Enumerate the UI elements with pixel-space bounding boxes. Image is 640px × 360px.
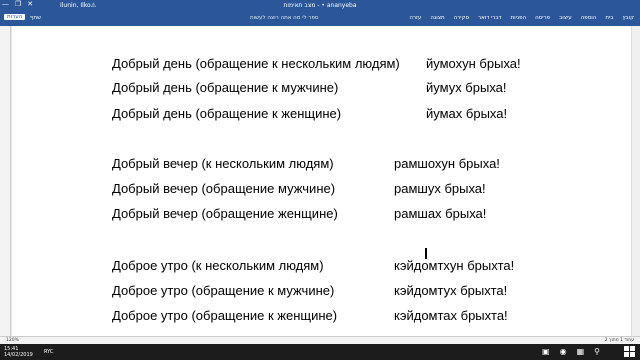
browser-icon[interactable]: ◉ <box>560 347 567 356</box>
phrase-ru[interactable]: Добрый вечер (обращение мужчине) <box>112 181 335 196</box>
window-title: מצב תאימות - • ananyeba <box>283 2 357 9</box>
vertical-ruler <box>0 26 11 336</box>
tab-file[interactable]: קובץ <box>622 15 634 21</box>
word-icon[interactable]: ▣ <box>542 347 550 356</box>
tab-home[interactable]: בית <box>605 15 613 21</box>
page-count: עמוד 1 מתוך 2 <box>604 338 634 343</box>
phrase-ru[interactable]: Добрый день (обращение к нескольким людя… <box>112 56 400 71</box>
language-indicator[interactable]: RYC <box>44 349 53 355</box>
phrase-ru[interactable]: Доброе утро (обращение к женщине) <box>112 308 337 323</box>
phrase-translit[interactable]: рамшохун брыха! <box>394 156 500 171</box>
phrase-ru[interactable]: Доброе утро (обращение к мужчине) <box>112 283 334 298</box>
phrase-translit[interactable]: кэйдомтхун брыхта! <box>394 258 514 273</box>
vertical-scrollbar[interactable] <box>631 26 640 336</box>
text-cursor <box>425 248 427 259</box>
phrase-translit[interactable]: кэйдомтух брыхта! <box>394 283 507 298</box>
share-button[interactable]: שתף <box>30 15 41 21</box>
tab-references[interactable]: הפניות <box>511 15 527 21</box>
taskbar: 15:41 14/02/2019 RYC ▣ ◉ ▦ ⚲ <box>0 344 640 360</box>
zoom-level[interactable]: 120% <box>6 338 19 343</box>
document-page[interactable]: Добрый день (обращение к нескольким людя… <box>12 26 632 336</box>
phrase-translit[interactable]: йумах брыха! <box>426 106 507 121</box>
phrase-ru[interactable]: Доброе утро (к нескольким людям) <box>112 258 324 273</box>
tab-layout[interactable]: פריסה <box>535 15 550 21</box>
phrase-ru[interactable]: Добрый день (обращение к мужчине) <box>112 80 338 95</box>
phrase-translit[interactable]: кэйдомтах брыхта! <box>394 308 508 323</box>
windows-logo-icon <box>624 346 629 351</box>
tell-me-search[interactable]: ספר לי מה אתה רוצה לעשות <box>250 15 318 21</box>
phrase-ru[interactable]: Добрый вечер (к нескольким людям) <box>112 156 334 171</box>
phrase-translit[interactable]: рамшах брыха! <box>394 206 486 221</box>
tab-design[interactable]: עיצוב <box>559 15 572 21</box>
tab-review[interactable]: סקירה <box>454 15 469 21</box>
ribbon-tabs-bar: הערות שתף ספר לי מה אתה רוצה לעשות קובץ … <box>0 12 640 26</box>
tab-mailings[interactable]: דברי דואר <box>478 15 502 21</box>
phrase-ru[interactable]: Добрый день (обращение к женщине) <box>112 106 341 121</box>
phrase-translit[interactable]: йумух брыха! <box>426 80 507 95</box>
phrase-translit[interactable]: рамшух брыха! <box>394 181 486 196</box>
start-button[interactable] <box>624 346 636 358</box>
taskbar-clock[interactable]: 15:41 14/02/2019 <box>4 346 33 358</box>
folder-icon[interactable]: ▦ <box>577 347 585 356</box>
phrase-translit[interactable]: йумохун брыха! <box>426 56 521 71</box>
search-icon[interactable]: ⚲ <box>594 347 600 356</box>
tab-help[interactable]: עזרה <box>409 15 421 21</box>
comments-button[interactable]: הערות <box>4 14 26 20</box>
ribbon-tabs: קובץ בית הוספה עיצוב פריסה הפניות דברי ד… <box>409 15 634 21</box>
phrase-ru[interactable]: Добрый вечер (обращение женщине) <box>112 206 338 221</box>
title-bar: —❐✕ Ilunin, Ilko⚠ מצב תאימות - • ananyeb… <box>0 0 640 12</box>
tab-insert[interactable]: הוספה <box>581 15 597 21</box>
tab-view[interactable]: תצוגה <box>430 15 444 21</box>
taskbar-apps: ▣ ◉ ▦ ⚲ <box>542 347 600 356</box>
clock-date: 14/02/2019 <box>4 352 33 358</box>
